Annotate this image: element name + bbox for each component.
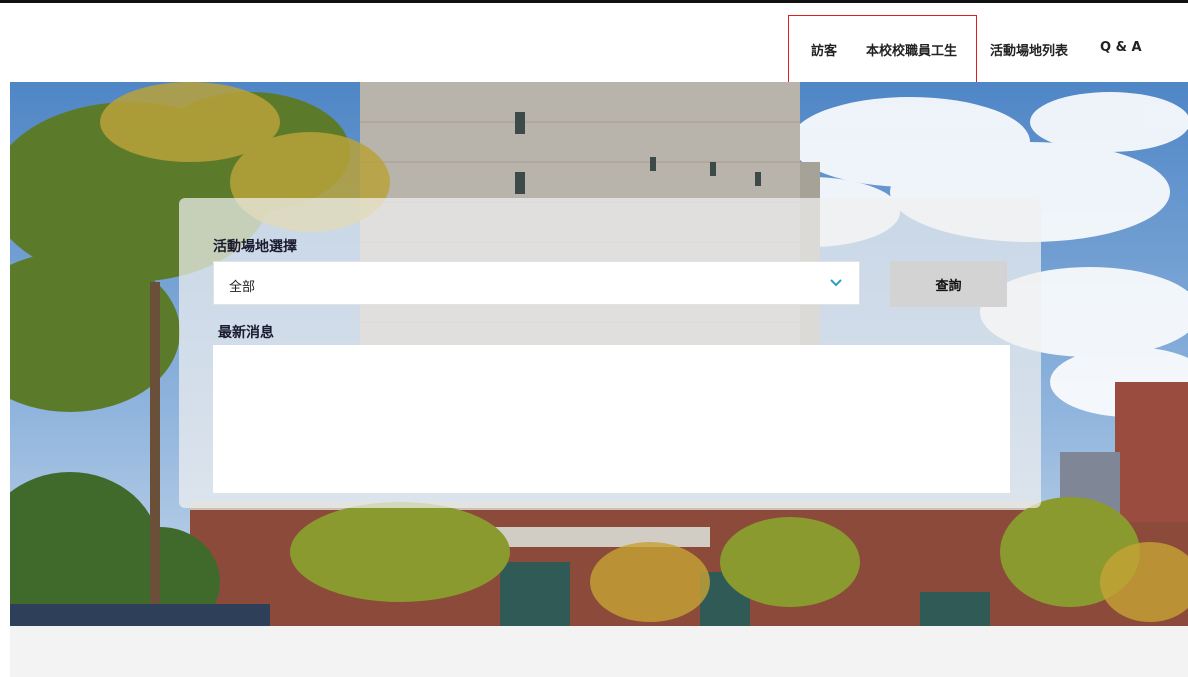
nav-item-staff-students[interactable]: 本校校職員工生 xyxy=(866,40,957,59)
nav-item-visitor[interactable]: 訪客 xyxy=(811,40,837,59)
nav-item-qa[interactable]: Q & A xyxy=(1100,40,1142,55)
venue-select-value: 全部 xyxy=(229,280,256,295)
nav-item-venue-list[interactable]: 活動場地列表 xyxy=(990,40,1068,59)
query-button[interactable]: 查詢 xyxy=(890,261,1007,307)
news-label: 最新消息 xyxy=(218,325,274,341)
news-content-box xyxy=(213,345,1010,493)
chevron-down-icon xyxy=(830,279,842,287)
venue-select[interactable]: 全部 xyxy=(213,261,860,305)
venue-select-label: 活動場地選擇 xyxy=(213,239,297,255)
site-header: 訪客 本校校職員工生 活動場地列表 Q & A xyxy=(0,3,1188,83)
footer-band xyxy=(10,626,1188,677)
search-panel: 活動場地選擇 全部 查詢 最新消息 xyxy=(179,198,1041,508)
main-nav: 訪客 本校校職員工生 活動場地列表 Q & A xyxy=(0,40,1188,60)
